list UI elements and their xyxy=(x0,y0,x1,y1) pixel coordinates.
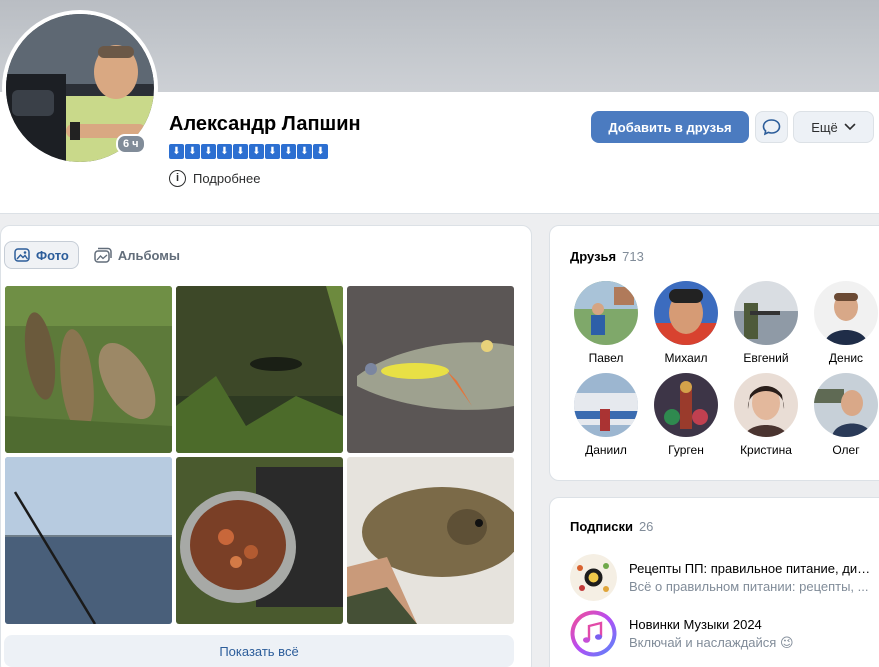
friend-item[interactable]: Даниил xyxy=(566,373,646,457)
tab-photos[interactable]: Фото xyxy=(4,241,79,269)
friend-name: Гурген xyxy=(668,443,704,457)
friend-avatar xyxy=(574,281,638,345)
photo-pike-lure[interactable] xyxy=(347,286,514,453)
tab-albums-label: Альбомы xyxy=(117,247,181,263)
friend-item[interactable]: Олег xyxy=(806,373,879,457)
status-arrow-icon: ⬇ xyxy=(281,144,296,159)
friend-avatar xyxy=(574,373,638,437)
online-badge: 6 ч xyxy=(116,134,146,154)
chevron-down-icon xyxy=(844,123,856,131)
status-arrow-icon: ⬇ xyxy=(185,144,200,159)
friend-name: Михаил xyxy=(664,351,708,365)
friend-item[interactable]: Денис xyxy=(806,281,879,365)
profile-name: Александр Лапшин xyxy=(169,113,361,135)
friends-grid: Павел Михаил Евгений Денис Даниил Гурген… xyxy=(566,281,879,457)
subscription-item[interactable]: Рецепты ПП: правильное питание, дие... В… xyxy=(570,554,874,601)
details-label: Подробнее xyxy=(193,171,261,186)
friends-count: 713 xyxy=(622,249,644,264)
friend-name: Даниил xyxy=(585,443,627,457)
status-arrow-icon: ⬇ xyxy=(297,144,312,159)
friend-item[interactable]: Гурген xyxy=(646,373,726,457)
photos-block: Фото Альбомы Показать всё xyxy=(0,225,532,667)
message-button[interactable] xyxy=(755,111,788,143)
photo-icon xyxy=(14,248,30,262)
friend-item[interactable]: Кристина xyxy=(726,373,806,457)
friends-block: Друзья 713 Павел Михаил Евгений Денис Да… xyxy=(549,225,879,481)
music-note-icon xyxy=(570,610,617,657)
message-bubble-icon xyxy=(762,119,781,136)
status-arrow-icon: ⬇ xyxy=(201,144,216,159)
friend-avatar xyxy=(654,281,718,345)
more-label: Ещё xyxy=(811,119,838,135)
friend-name: Павел xyxy=(588,351,624,365)
friend-name: Денис xyxy=(828,351,864,365)
info-circle-icon: i xyxy=(169,170,186,187)
friends-title-label: Друзья xyxy=(570,249,617,264)
friend-name: Олег xyxy=(832,443,860,457)
photo-fish-on-grass[interactable] xyxy=(5,286,172,453)
tab-photos-label: Фото xyxy=(36,247,69,263)
details-link[interactable]: i Подробнее xyxy=(169,170,260,187)
subscription-desc: Всё о правильном питании: рецепты, ... xyxy=(629,579,869,594)
profile-status[interactable]: ⬇ ⬇ ⬇ ⬇ ⬇ ⬇ ⬇ ⬇ ⬇ ⬇ xyxy=(169,144,328,159)
friend-avatar xyxy=(734,373,798,437)
show-all-photos-button[interactable]: Показать всё xyxy=(4,635,514,667)
friend-name: Кристина xyxy=(740,443,792,457)
friend-avatar xyxy=(814,373,878,437)
subscriptions-block: Подписки 26 Рецепты ПП: правильное питани… xyxy=(549,497,879,667)
status-arrow-icon: ⬇ xyxy=(217,144,232,159)
friend-avatar xyxy=(814,281,878,345)
photo-crayfish-pot[interactable] xyxy=(176,457,343,624)
albums-icon xyxy=(94,247,112,263)
subscription-avatar xyxy=(570,554,617,601)
add-friend-button[interactable]: Добавить в друзья xyxy=(591,111,749,143)
subscription-title: Рецепты ПП: правильное питание, дие... xyxy=(629,561,874,576)
friend-name: Евгений xyxy=(743,351,789,365)
friend-item[interactable]: Михаил xyxy=(646,281,726,365)
status-arrow-icon: ⬇ xyxy=(313,144,328,159)
subscriptions-title-label: Подписки xyxy=(570,519,633,534)
status-arrow-icon: ⬇ xyxy=(249,144,264,159)
subscriptions-count: 26 xyxy=(638,519,654,534)
subscription-item[interactable]: Новинки Музыки 2024 Включай и наслаждайс… xyxy=(570,610,874,657)
friend-avatar xyxy=(654,373,718,437)
tab-albums[interactable]: Альбомы xyxy=(85,241,189,269)
photos-tabs: Фото Альбомы xyxy=(4,241,189,269)
friend-avatar xyxy=(734,281,798,345)
subscriptions-title[interactable]: Подписки 26 xyxy=(570,519,653,534)
photo-grid xyxy=(5,286,514,624)
status-arrow-icon: ⬇ xyxy=(265,144,280,159)
friend-item[interactable]: Павел xyxy=(566,281,646,365)
subscription-desc: Включай и наслаждайся 😉 xyxy=(629,634,794,650)
status-arrow-icon: ⬇ xyxy=(169,144,184,159)
friend-item[interactable]: Евгений xyxy=(726,281,806,365)
photo-carp-in-hand[interactable] xyxy=(347,457,514,624)
subscription-title: Новинки Музыки 2024 xyxy=(629,616,762,632)
status-arrow-icon: ⬇ xyxy=(233,144,248,159)
photo-pond-fish[interactable] xyxy=(176,286,343,453)
more-button[interactable]: Ещё xyxy=(793,111,874,143)
friends-title[interactable]: Друзья 713 xyxy=(570,249,644,264)
photo-lake-fishing-rod[interactable] xyxy=(5,457,172,624)
